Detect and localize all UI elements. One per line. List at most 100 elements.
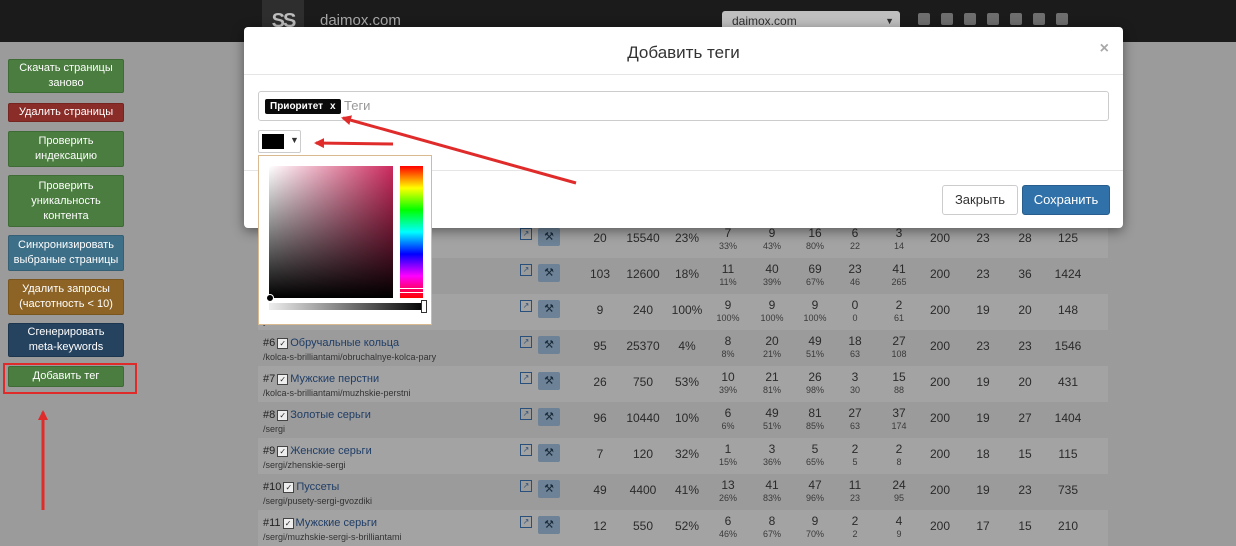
table-cell: 52%	[674, 519, 700, 533]
upload-icon[interactable]	[987, 13, 999, 25]
row-checkbox[interactable]: ✓	[277, 445, 289, 457]
page-title-link[interactable]: Обручальные кольца	[290, 337, 399, 349]
external-link-icon[interactable]: ↗	[520, 516, 532, 528]
table-cell: 19	[976, 375, 990, 389]
sidebar-button[interactable]: Сгенерировать meta-keywords	[8, 323, 124, 357]
row-index: #11	[263, 517, 281, 529]
logout-icon[interactable]	[1056, 13, 1068, 25]
table-cell: 3 30	[849, 370, 860, 395]
hammer-icon[interactable]: ⚒	[538, 408, 560, 426]
table-cell: 32%	[674, 447, 700, 461]
info-icon[interactable]	[941, 13, 953, 25]
row-checkbox[interactable]: ✓	[277, 373, 289, 385]
alpha-slider-handle[interactable]	[421, 300, 427, 313]
table-cell: 18 63	[848, 334, 862, 359]
external-link-icon[interactable]: ↗	[520, 228, 532, 240]
table-cell: 200	[929, 519, 951, 533]
row-index: #10	[263, 481, 282, 493]
hammer-icon[interactable]: ⚒	[538, 372, 560, 390]
gears-icon[interactable]	[964, 13, 976, 25]
row-index: #7	[263, 373, 276, 385]
hammer-icon[interactable]: ⚒	[538, 228, 560, 246]
hammer-icon[interactable]: ⚒	[538, 300, 560, 318]
page-title-link[interactable]: Мужские серьги	[296, 517, 378, 529]
table-cell: 750	[632, 375, 654, 389]
table-cell: 103	[589, 267, 611, 281]
external-link-icon[interactable]: ↗	[520, 372, 532, 384]
row-index: #8	[263, 409, 276, 421]
table-cell: 19	[976, 411, 990, 425]
page-title-link[interactable]: Мужские перстни	[290, 373, 379, 385]
color-picker-popup	[258, 155, 432, 325]
tags-placeholder: Теги	[344, 98, 371, 113]
save-button[interactable]: Сохранить	[1022, 185, 1110, 215]
table-cell: 41 83%	[762, 478, 781, 503]
table-cell: 5 65%	[805, 442, 824, 467]
table-row: #11 ✓ Мужские серьги/sergi/muzhskie-sergi-…	[258, 510, 1108, 546]
color-picker-button[interactable]: ▼	[258, 130, 301, 153]
hammer-icon[interactable]: ⚒	[538, 480, 560, 498]
hammer-icon[interactable]: ⚒	[538, 336, 560, 354]
table-cell: 1424	[1054, 267, 1082, 281]
table-cell: 2 61	[893, 298, 904, 323]
external-link-icon[interactable]: ↗	[520, 336, 532, 348]
tag-remove-icon[interactable]: x	[330, 101, 336, 112]
page-title-link[interactable]: Пуссеты	[296, 481, 339, 493]
table-cell: 40 39%	[762, 262, 781, 287]
table-cell: 18%	[674, 267, 700, 281]
external-link-icon[interactable]: ↗	[520, 300, 532, 312]
hammer-icon[interactable]: ⚒	[538, 444, 560, 462]
plus-icon[interactable]	[918, 13, 930, 25]
hue-slider[interactable]	[400, 166, 423, 298]
row-checkbox[interactable]: ✓	[283, 481, 295, 493]
hammer-icon[interactable]: ⚒	[538, 264, 560, 282]
saturation-area[interactable]	[269, 166, 393, 298]
table-cell: 7	[596, 447, 604, 461]
sidebar-button[interactable]: Удалить запросы (частотность < 10)	[8, 279, 124, 315]
table-cell: 100%	[671, 303, 703, 317]
tags-input[interactable]: Приоритет x Теги	[258, 91, 1109, 121]
table-cell: 200	[929, 267, 951, 281]
hue-slider-handle[interactable]	[398, 288, 425, 293]
page-title-link[interactable]: Женские серьги	[290, 445, 371, 457]
table-cell: 10%	[674, 411, 700, 425]
table-cell: 200	[929, 303, 951, 317]
close-icon[interactable]: ×	[1100, 40, 1109, 58]
table-cell: 25	[851, 442, 859, 467]
table-cell: 1546	[1054, 339, 1082, 353]
sidebar-button[interactable]: Удалить страницы	[8, 103, 124, 122]
tag-chip: Приоритет x	[265, 99, 341, 114]
table-cell: 49 51%	[805, 334, 824, 359]
row-checkbox[interactable]: ✓	[282, 517, 294, 529]
external-link-icon[interactable]: ↗	[520, 408, 532, 420]
table-cell: 19	[976, 483, 990, 497]
alpha-slider[interactable]	[269, 303, 426, 310]
saturation-cursor[interactable]	[266, 294, 274, 302]
modal-header-divider	[244, 74, 1123, 75]
sidebar-button[interactable]: Проверить уникальность контента	[8, 175, 124, 227]
row-checkbox[interactable]: ✓	[277, 409, 289, 421]
sidebar-button[interactable]: Проверить индексацию	[8, 131, 124, 167]
external-link-icon[interactable]: ↗	[520, 264, 532, 276]
table-cell: 9	[596, 303, 604, 317]
table-cell: 200	[929, 411, 951, 425]
table-cell: 735	[1057, 483, 1079, 497]
sidebar-button[interactable]: Синхронизировать выбраные страницы	[8, 235, 124, 271]
table-cell: 41%	[674, 483, 700, 497]
user-icon[interactable]	[1033, 13, 1045, 25]
table-row: #6 ✓ Обручальные кольца/kolca-s-brillianta…	[258, 330, 1108, 366]
row-checkbox[interactable]: ✓	[277, 337, 289, 349]
grid-icon[interactable]	[1010, 13, 1022, 25]
close-button[interactable]: Закрыть	[942, 185, 1018, 215]
external-link-icon[interactable]: ↗	[520, 444, 532, 456]
hammer-icon[interactable]: ⚒	[538, 516, 560, 534]
sidebar-button[interactable]: Скачать страницы заново	[8, 59, 124, 93]
page-url: /kolca-s-brilliantami/muzhskie-perstni	[263, 388, 411, 398]
external-link-icon[interactable]: ↗	[520, 480, 532, 492]
page-name: #9 ✓ Женские серьги	[263, 445, 372, 457]
table-cell: 148	[1057, 303, 1079, 317]
table-row: #9 ✓ Женские серьги/sergi/zhenskie-sergi ↗ ⚒…	[258, 438, 1108, 474]
table-cell: 12600	[626, 267, 660, 281]
page-title-link[interactable]: Золотые серьги	[290, 409, 371, 421]
page-name: #10 ✓ Пуссеты	[263, 481, 339, 493]
